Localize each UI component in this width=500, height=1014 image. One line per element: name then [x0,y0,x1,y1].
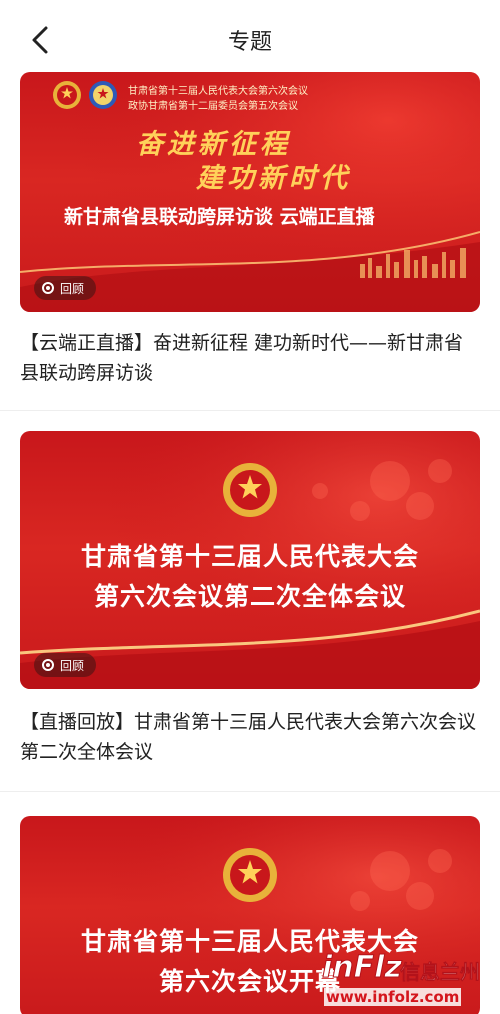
banner-title: 第六次会议第二次全体会议 [93,582,406,611]
replay-icon [42,282,54,294]
banner-session-line: 甘肃省第十三届人民代表大会第六次会议 [128,86,308,97]
replay-icon [42,659,54,671]
topic-card[interactable]: 甘肃省第十三届人民代表大会第六次会议 政协甘肃省第十二届委员会第五次会议 奋进新… [0,72,500,410]
nav-bar: 专题 [0,0,500,72]
banner-session-line: 政协甘肃省第十二届委员会第五次会议 [128,101,298,112]
page-title: 专题 [227,30,272,55]
national-emblem-icon [223,848,277,902]
watermark-logo: inFlz [322,950,403,986]
topic-feed[interactable]: 甘肃省第十三届人民代表大会第六次会议 政协甘肃省第十二届委员会第五次会议 奋进新… [0,72,500,1014]
cppcc-emblem-icon [89,81,117,109]
banner-headline: 新甘肃省县联动跨屏访谈 云端正直播 [64,206,375,228]
replay-badge[interactable]: 回顾 [34,276,97,300]
watermark-brand: 信息兰州 [400,960,481,985]
replay-label: 回顾 [60,658,85,673]
topic-card[interactable]: 甘肃省第十三届人民代表大会 第六次会议第二次全体会议 回顾 【直播回放】甘肃省第… [0,411,500,791]
national-emblem-icon [53,81,81,109]
watermark-url: www.infolz.com [324,988,462,1006]
replay-badge[interactable]: 回顾 [34,653,97,677]
site-watermark: inFlz 信息兰州 www.infolz.com [322,950,494,1010]
banner-slogan: 建功新时代 [196,163,351,194]
replay-label: 回顾 [60,281,85,296]
banner-title: 甘肃省第十三届人民代表大会 [80,542,419,571]
national-emblem-icon [223,463,277,517]
card-title[interactable]: 【直播回放】甘肃省第十三届人民代表大会第六次会议第二次全体会议 [20,707,482,767]
card-banner[interactable]: 甘肃省第十三届人民代表大会 第六次会议第二次全体会议 回顾 [20,431,480,689]
card-title[interactable]: 【云端正直播】奋进新征程 建功新时代——新甘肃省县联动跨屏访谈 [20,328,482,388]
card-banner[interactable]: 甘肃省第十三届人民代表大会第六次会议 政协甘肃省第十二届委员会第五次会议 奋进新… [20,72,480,312]
